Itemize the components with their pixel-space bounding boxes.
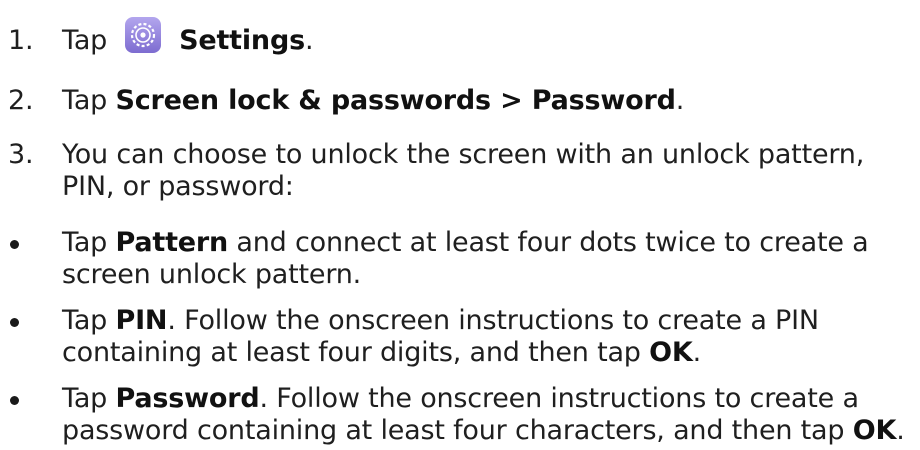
bullet-line-2: password containing at least four charac… [62,414,905,448]
bullet-prefix: Tap [62,227,116,258]
bullet-line-2: screen unlock pattern. [62,259,362,290]
bullet-dot [10,396,19,405]
step-number: 3. [8,139,34,170]
menu-path: Screen lock & passwords > Password [115,85,676,116]
bullet-line-1-rest: . Follow the onscreen instructions to cr… [259,383,859,414]
bullet-text: Tap Pattern and connect at least four do… [62,226,869,260]
bullet-dot [10,318,19,327]
bullet-prefix: Tap [62,305,116,336]
bullet-line-2-end: . [896,415,905,446]
step-text-line-1: You can choose to unlock the screen with… [62,139,865,170]
step-number: 1. [8,25,34,56]
bullet-text: Tap Password. Follow the onscreen instru… [62,382,859,416]
bullet-line-2-end: . [692,337,702,368]
step-suffix: . [304,25,314,56]
bullet-line-2-text: password containing at least four charac… [62,415,853,446]
step-text-line-2: PIN, or password: [62,171,294,202]
step-prefix: Tap [62,25,108,56]
step-text: Tap Screen lock & passwords > Password. [62,84,684,118]
ok-label: OK [852,415,897,446]
bullet-line-1-rest: . Follow the onscreen instructions to cr… [167,305,819,336]
instructions-document: 1. Tap Settings. 2. Tap Screen lock & pa… [0,0,920,450]
pattern-label: Pattern [115,227,229,258]
ok-label: OK [649,337,693,368]
settings-icon [121,17,165,58]
bullet-line-2-text: containing at least four digits, and the… [62,337,650,368]
password-label: Password [115,383,260,414]
settings-label: Settings [179,25,305,56]
bullet-dot [10,240,19,249]
bullet-prefix: Tap [62,383,116,414]
step-text: Tap Settings. [62,17,314,58]
bullet-text: Tap PIN. Follow the onscreen instruction… [62,304,819,338]
bullet-line-2: containing at least four digits, and the… [62,336,701,370]
step-number: 2. [8,85,34,116]
step-suffix: . [675,85,685,116]
bullet-line-1-rest: and connect at least four dots twice to … [228,227,869,258]
step-prefix: Tap [62,85,116,116]
pin-label: PIN [115,305,168,336]
